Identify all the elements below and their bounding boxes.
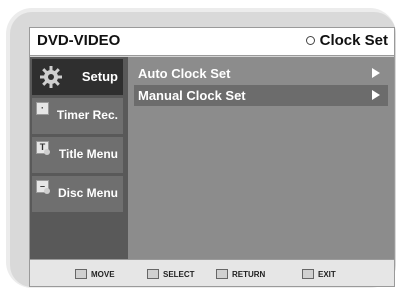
gear-icon [40, 66, 62, 88]
circle-icon [305, 36, 315, 45]
sidebar-item-label: Setup [81, 69, 118, 84]
dot-icon [44, 149, 50, 155]
osd-header: DVD-VIDEO Clock Set [30, 28, 394, 56]
sidebar-item-disc-menu[interactable]: – Disc Menu [32, 176, 123, 212]
exit-icon [302, 269, 314, 279]
page-title: DVD-VIDEO [37, 32, 121, 49]
footer-return-label: RETURN [232, 269, 266, 279]
dot-icon [44, 188, 50, 194]
footer-move-label: MOVE [91, 269, 115, 279]
footer-exit-label: EXIT [318, 269, 336, 279]
osd-footer: MOVE SELECT RETURN EXIT [30, 259, 394, 286]
section-label: Clock Set [319, 32, 388, 49]
arrow-right-icon [372, 90, 380, 100]
timer-icon: · [36, 102, 49, 115]
osd-screen: DVD-VIDEO Clock Set Setup · Timer Rec. T… [29, 27, 395, 287]
menu-list: Auto Clock Set Manual Clock Set [134, 63, 388, 107]
sidebar-item-label: Title Menu [58, 147, 118, 161]
sidebar: Setup · Timer Rec. T Title Menu – Disc M… [32, 59, 123, 215]
arrow-right-icon [372, 68, 380, 78]
menu-item-manual-clock-set[interactable]: Manual Clock Set [134, 85, 388, 106]
footer-return: RETURN [216, 269, 265, 279]
menu-item-label: Auto Clock Set [138, 66, 231, 81]
footer-select-label: SELECT [163, 269, 195, 279]
sidebar-item-setup[interactable]: Setup [32, 59, 123, 95]
footer-select: SELECT [147, 269, 195, 279]
footer-move: MOVE [75, 269, 115, 279]
sidebar-item-label: Disc Menu [57, 186, 118, 200]
move-icon [75, 269, 87, 279]
sidebar-item-label: Timer Rec. [56, 108, 118, 122]
return-icon [216, 269, 228, 279]
sidebar-item-title-menu[interactable]: T Title Menu [32, 137, 123, 173]
menu-item-label: Manual Clock Set [138, 88, 246, 103]
footer-exit: EXIT [302, 269, 336, 279]
select-icon [147, 269, 159, 279]
menu-item-auto-clock-set[interactable]: Auto Clock Set [134, 63, 388, 84]
sidebar-item-timer-rec[interactable]: · Timer Rec. [32, 98, 123, 134]
section-title: Clock Set [305, 32, 388, 49]
